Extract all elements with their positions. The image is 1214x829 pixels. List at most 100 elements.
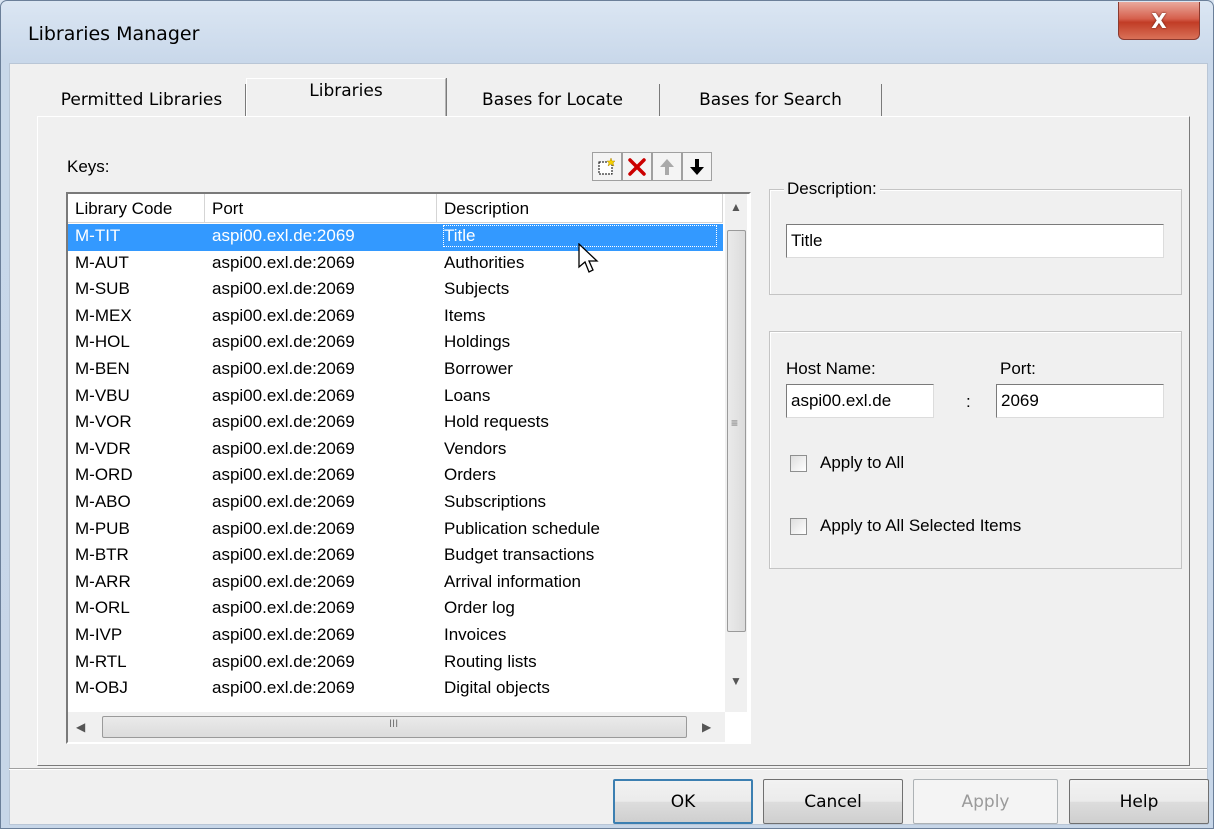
- help-button[interactable]: Help: [1069, 779, 1209, 824]
- port-cell: aspi00.exl.de:2069: [212, 491, 355, 511]
- port-cell: aspi00.exl.de:2069: [212, 571, 355, 591]
- vertical-scrollbar[interactable]: ▲ ≡ ▼: [725, 194, 747, 712]
- table-row[interactable]: M-ORD aspi00.exl.de:2069 Orders: [68, 463, 723, 490]
- port-cell: aspi00.exl.de:2069: [212, 518, 355, 538]
- apply-button[interactable]: Apply: [913, 779, 1058, 824]
- libraries-list[interactable]: Library Code Port Description M-TIT aspi0…: [66, 192, 751, 744]
- tab-label: Bases for Search: [699, 90, 842, 110]
- scroll-grip-icon: III: [389, 718, 399, 730]
- table-row[interactable]: M-BEN aspi00.exl.de:2069 Borrower: [68, 357, 723, 384]
- port-cell: aspi00.exl.de:2069: [212, 279, 355, 299]
- tab-permitted-libraries[interactable]: Permitted Libraries: [38, 84, 246, 116]
- delete-key-button[interactable]: [622, 152, 652, 181]
- footer-separator: [9, 768, 1207, 769]
- column-header-port[interactable]: Port: [205, 194, 437, 223]
- window-title: Libraries Manager: [28, 23, 200, 45]
- library-code-cell: M-ORL: [75, 598, 130, 618]
- description-cell: Order log: [444, 598, 515, 618]
- port-cell: aspi00.exl.de:2069: [212, 252, 355, 272]
- table-row[interactable]: M-OBJ aspi00.exl.de:2069 Digital objects: [68, 676, 723, 703]
- port-cell: aspi00.exl.de:2069: [212, 412, 355, 432]
- table-row[interactable]: M-TIT aspi00.exl.de:2069 Title: [68, 224, 723, 251]
- vertical-scroll-thumb[interactable]: ≡: [727, 230, 746, 632]
- scroll-grip-icon: ≡: [731, 416, 739, 430]
- table-row[interactable]: M-ABO aspi00.exl.de:2069 Subscriptions: [68, 490, 723, 517]
- mouse-cursor-icon: [578, 243, 599, 273]
- description-cell: Routing lists: [444, 651, 537, 671]
- tab-label: Libraries: [309, 80, 383, 101]
- ok-button[interactable]: OK: [613, 779, 753, 824]
- table-row[interactable]: M-VBU aspi00.exl.de:2069 Loans: [68, 384, 723, 411]
- description-cell: Borrower: [444, 358, 513, 378]
- apply-to-all-label[interactable]: Apply to All: [820, 453, 904, 473]
- library-code-cell: M-VBU: [75, 385, 130, 405]
- description-cell: Arrival information: [444, 571, 581, 591]
- library-code-cell: M-ABO: [75, 491, 131, 511]
- description-cell: Publication schedule: [444, 518, 600, 538]
- column-header-description[interactable]: Description: [437, 194, 723, 223]
- port-cell: aspi00.exl.de:2069: [212, 226, 355, 245]
- scroll-down-icon[interactable]: ▼: [730, 674, 742, 688]
- move-up-button[interactable]: [652, 152, 682, 181]
- title-bar[interactable]: Libraries Manager X: [1, 1, 1213, 63]
- table-row[interactable]: M-VOR aspi00.exl.de:2069 Hold requests: [68, 410, 723, 437]
- description-cell: Subjects: [444, 279, 510, 299]
- table-row[interactable]: M-RTL aspi00.exl.de:2069 Routing lists: [68, 650, 723, 677]
- scroll-up-icon[interactable]: ▲: [730, 200, 742, 214]
- port-field[interactable]: 2069: [996, 384, 1164, 418]
- tab-bases-for-search[interactable]: Bases for Search: [660, 84, 882, 116]
- library-code-cell: M-BTR: [75, 545, 129, 565]
- libraries-manager-window: Libraries Manager X Permitted Libraries …: [0, 0, 1214, 829]
- host-name-field[interactable]: aspi00.exl.de: [786, 384, 934, 418]
- library-code-cell: M-IVP: [75, 624, 123, 644]
- port-cell: aspi00.exl.de:2069: [212, 598, 355, 618]
- description-cell: Loans: [444, 385, 491, 405]
- scroll-left-icon[interactable]: ◀: [76, 720, 85, 734]
- list-rows: M-TIT aspi00.exl.de:2069 Title M-AUT aspi00.…: [68, 224, 723, 703]
- table-row[interactable]: M-VDR aspi00.exl.de:2069 Vendors: [68, 437, 723, 464]
- table-row[interactable]: M-ORL aspi00.exl.de:2069 Order log: [68, 596, 723, 623]
- table-row[interactable]: M-SUB aspi00.exl.de:2069 Subjects: [68, 277, 723, 304]
- host-port-separator: :: [966, 392, 971, 411]
- scroll-right-icon[interactable]: ▶: [702, 720, 711, 734]
- library-code-cell: M-VDR: [75, 438, 131, 458]
- move-down-button[interactable]: [682, 152, 712, 181]
- table-row[interactable]: M-BTR aspi00.exl.de:2069 Budget transactio…: [68, 543, 723, 570]
- port-cell: aspi00.exl.de:2069: [212, 624, 355, 644]
- table-row[interactable]: M-HOL aspi00.exl.de:2069 Holdings: [68, 330, 723, 357]
- port-cell: aspi00.exl.de:2069: [212, 438, 355, 458]
- table-row[interactable]: M-ARR aspi00.exl.de:2069 Arrival informati…: [68, 570, 723, 597]
- description-group: Description: Title: [769, 179, 1182, 295]
- description-cell: Hold requests: [444, 412, 549, 432]
- description-field[interactable]: Title: [786, 224, 1164, 258]
- host-group: Host Name: Port: aspi00.exl.de : 2069 Ap…: [769, 331, 1182, 569]
- port-cell: aspi00.exl.de:2069: [212, 678, 355, 698]
- new-icon: [598, 156, 616, 174]
- library-code-cell: M-ORD: [75, 465, 133, 485]
- apply-to-selected-checkbox[interactable]: [790, 518, 807, 535]
- library-code-cell: M-VOR: [75, 412, 132, 432]
- move-down-icon: [690, 158, 704, 175]
- close-button[interactable]: X: [1118, 2, 1200, 40]
- table-row[interactable]: M-IVP aspi00.exl.de:2069 Invoices: [68, 623, 723, 650]
- column-header-library-code[interactable]: Library Code: [68, 194, 205, 223]
- library-code-cell: M-PUB: [75, 518, 130, 538]
- table-row[interactable]: M-MEX aspi00.exl.de:2069 Items: [68, 304, 723, 331]
- dialog-client-area: Permitted Libraries Libraries Bases for …: [9, 63, 1208, 825]
- cancel-button[interactable]: Cancel: [763, 779, 903, 824]
- tab-bases-for-locate[interactable]: Bases for Locate: [446, 84, 660, 116]
- apply-to-all-checkbox[interactable]: [790, 455, 807, 472]
- description-cell: Digital objects: [444, 678, 550, 698]
- new-key-button[interactable]: [592, 152, 622, 181]
- description-group-title: Description:: [784, 179, 880, 199]
- tab-libraries[interactable]: Libraries: [246, 78, 446, 116]
- table-row[interactable]: M-AUT aspi00.exl.de:2069 Authorities: [68, 251, 723, 278]
- table-row[interactable]: M-PUB aspi00.exl.de:2069 Publication sched…: [68, 517, 723, 544]
- library-code-cell: M-RTL: [75, 651, 127, 671]
- horizontal-scrollbar[interactable]: ◀ III ▶: [68, 712, 725, 742]
- library-code-cell: M-BEN: [75, 358, 130, 378]
- library-code-cell: M-HOL: [75, 332, 130, 352]
- apply-to-selected-label[interactable]: Apply to All Selected Items: [820, 516, 1021, 536]
- horizontal-scroll-thumb[interactable]: III: [102, 716, 687, 738]
- keys-label: Keys:: [67, 157, 110, 176]
